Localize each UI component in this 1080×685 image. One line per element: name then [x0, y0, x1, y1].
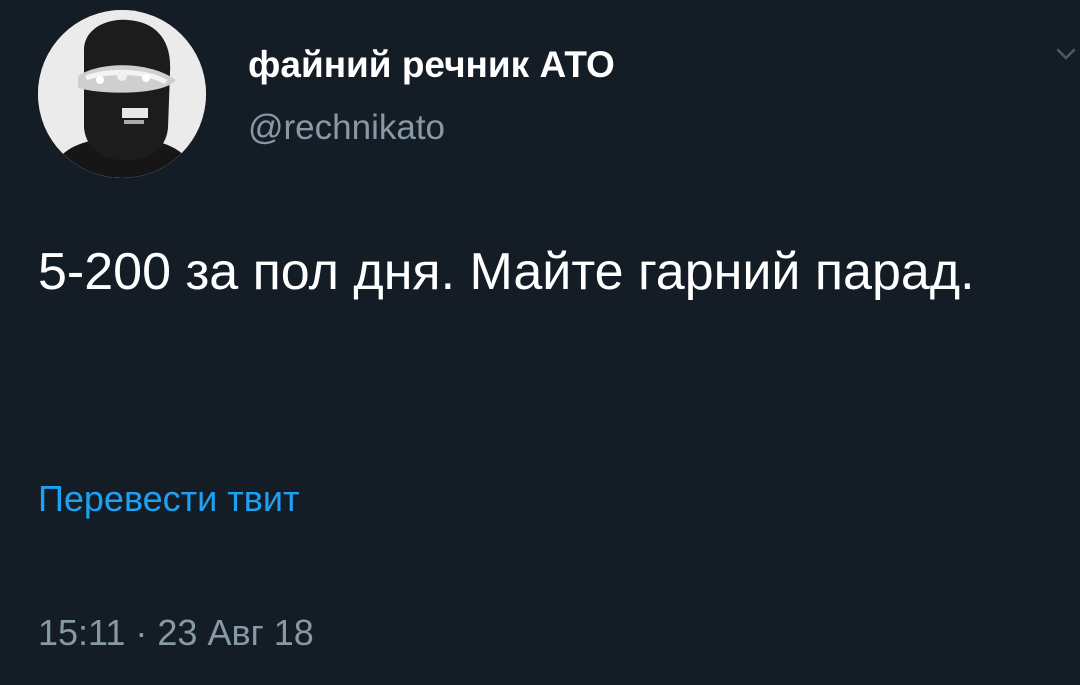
display-name[interactable]: файний речник АТО: [248, 44, 615, 86]
masked-person-avatar-icon: [38, 10, 206, 178]
user-handle[interactable]: @rechnikato: [248, 108, 445, 148]
tweet-card: файний речник АТО @rechnikato 5-200 за п…: [0, 0, 1080, 685]
translate-tweet-link[interactable]: Перевести твит: [38, 478, 300, 520]
tweet-text: 5-200 за пол дня. Майте гарний парад.: [38, 243, 975, 301]
tweet-timestamp[interactable]: 15:11 · 23 Авг 18: [38, 612, 314, 654]
chevron-down-icon[interactable]: [1052, 40, 1080, 68]
user-avatar[interactable]: [38, 10, 206, 178]
